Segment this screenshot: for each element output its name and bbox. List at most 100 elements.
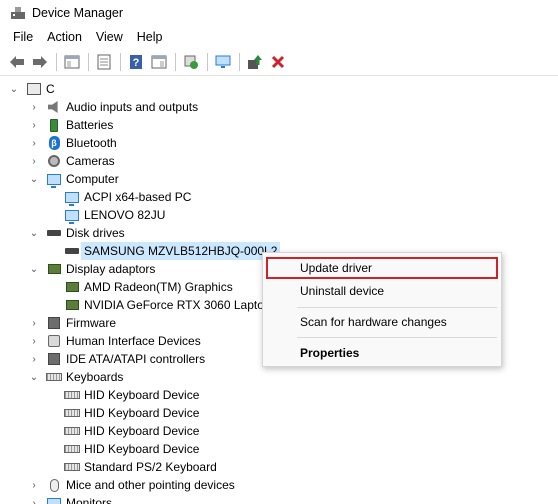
chevron-right-icon[interactable]: › [28,314,40,332]
tree-item-disk-drives[interactable]: ⌄ Disk drives [28,224,125,242]
back-arrow-icon[interactable] [6,51,28,73]
tree-item-label: NVIDIA GeForce RTX 3060 Laptop [84,298,271,312]
tree-item-label: HID Keyboard Device [84,442,200,456]
tree-root[interactable]: ⌄ C [8,80,55,98]
hid-icon [46,333,62,349]
chevron-down-icon[interactable]: ⌄ [28,260,40,278]
tree-item-ide[interactable]: › IDE ATA/ATAPI controllers [28,350,205,368]
menu-action[interactable]: Action [40,26,89,48]
tree-item-hid-keyboard[interactable]: HID Keyboard Device [64,422,199,440]
chevron-right-icon[interactable]: › [28,350,40,368]
keyboard-icon [46,369,62,385]
tree-item-monitors[interactable]: › Monitors [28,494,112,504]
disk-icon [64,243,80,259]
tree-item-label: Audio inputs and outputs [66,100,199,114]
tree-item-mice[interactable]: › Mice and other pointing devices [28,476,235,494]
tree-item-label: Mice and other pointing devices [66,478,235,492]
toolbar-separator [175,52,176,71]
tree-item-label: Bluetooth [66,136,117,150]
action-pane-icon[interactable] [148,51,170,73]
chevron-right-icon[interactable]: › [28,116,40,134]
monitor-icon [64,189,80,206]
tree-item-label: IDE ATA/ATAPI controllers [66,352,206,366]
tree-item-bluetooth[interactable]: › β Bluetooth [28,134,117,152]
toolbar-separator [56,52,57,71]
context-menu-separator [297,337,497,338]
tree-item-label: SAMSUNG MZVLB512HBJQ-000L2 [81,242,281,260]
tree-item-ps2-keyboard[interactable]: Standard PS/2 Keyboard [64,458,217,476]
chevron-right-icon[interactable]: › [28,134,40,152]
show-hide-tree-icon[interactable] [61,51,83,73]
disk-icon [46,225,62,241]
chevron-right-icon[interactable]: › [28,494,40,504]
tree-item-nvidia[interactable]: NVIDIA GeForce RTX 3060 Laptop [64,296,271,314]
tree-item-label: Human Interface Devices [66,334,201,348]
chevron-right-icon[interactable]: › [28,152,40,170]
scan-hardware-menu-item[interactable]: Scan for hardware changes [263,311,501,333]
monitor-icon [46,495,62,504]
display-adapter-icon [46,261,62,277]
forward-arrow-icon[interactable] [29,51,51,73]
menu-bar: File Action View Help [0,26,558,48]
tree-item-label: Display adaptors [66,262,156,276]
uninstall-icon[interactable] [267,51,289,73]
chevron-right-icon[interactable]: › [28,332,40,350]
tree-item-firmware[interactable]: › Firmware [28,314,116,332]
tree-item-label: LENOVO 82JU [84,208,166,222]
tree-item-label: Cameras [66,154,115,168]
tree-item-label: Monitors [66,496,113,504]
display-adapter-icon [64,297,80,313]
tree-item-cameras[interactable]: › Cameras [28,152,115,170]
menu-help[interactable]: Help [130,26,170,48]
battery-icon [46,117,62,133]
properties-icon[interactable] [93,51,115,73]
mouse-icon [46,477,62,493]
chevron-right-icon[interactable]: › [28,476,40,494]
camera-icon [46,153,62,169]
tree-item-lenovo[interactable]: LENOVO 82JU [64,206,165,224]
monitor-icon [46,171,62,188]
computer-icon [26,81,42,97]
tree-item-computer[interactable]: ⌄ Computer [28,170,119,188]
uninstall-device-menu-item[interactable]: Uninstall device [263,280,501,302]
toolbar-separator [120,52,121,71]
chevron-down-icon[interactable]: ⌄ [8,80,20,98]
chevron-right-icon[interactable]: › [28,98,40,116]
toolbar-separator [88,52,89,71]
keyboard-icon [64,405,80,421]
tree-item-batteries[interactable]: › Batteries [28,116,113,134]
chip-icon [46,315,62,331]
tree-item-label: Computer [66,172,119,186]
tree-item-keyboards[interactable]: ⌄ Keyboards [28,368,124,386]
chevron-down-icon[interactable]: ⌄ [28,368,40,386]
help-icon[interactable]: ? [125,51,147,73]
svg-text:?: ? [133,57,140,69]
chevron-down-icon[interactable]: ⌄ [28,170,40,188]
tree-root-label: C [46,82,55,96]
tree-item-hid-keyboard[interactable]: HID Keyboard Device [64,386,199,404]
menu-file[interactable]: File [6,26,40,48]
tree-item-audio[interactable]: › Audio inputs and outputs [28,98,198,116]
monitor-icon[interactable] [212,51,234,73]
tree-item-acpi[interactable]: ACPI x64-based PC [64,188,191,206]
tree-item-hid-keyboard[interactable]: HID Keyboard Device [64,404,199,422]
tree-item-hid-keyboard[interactable]: HID Keyboard Device [64,440,199,458]
tree-item-amd-radeon[interactable]: AMD Radeon(TM) Graphics [64,278,233,296]
tree-item-label: AMD Radeon(TM) Graphics [84,280,233,294]
tree-item-label: Keyboards [66,370,124,384]
tree-item-display-adaptors[interactable]: ⌄ Display adaptors [28,260,156,278]
update-driver-menu-item[interactable]: Update driver [266,257,498,279]
keyboard-icon [64,423,80,439]
update-driver-icon[interactable] [244,51,266,73]
tree-item-label: Batteries [66,118,114,132]
keyboard-icon [64,459,80,475]
scan-hardware-icon[interactable] [180,51,202,73]
monitor-icon [64,207,80,224]
tree-item-label: HID Keyboard Device [84,406,200,420]
tree-item-hid[interactable]: › Human Interface Devices [28,332,201,350]
tree-item-label: HID Keyboard Device [84,424,200,438]
properties-menu-item[interactable]: Properties [263,342,501,364]
chevron-down-icon[interactable]: ⌄ [28,224,40,242]
tree-item-samsung-ssd[interactable]: SAMSUNG MZVLB512HBJQ-000L2 [64,242,281,260]
menu-view[interactable]: View [89,26,130,48]
